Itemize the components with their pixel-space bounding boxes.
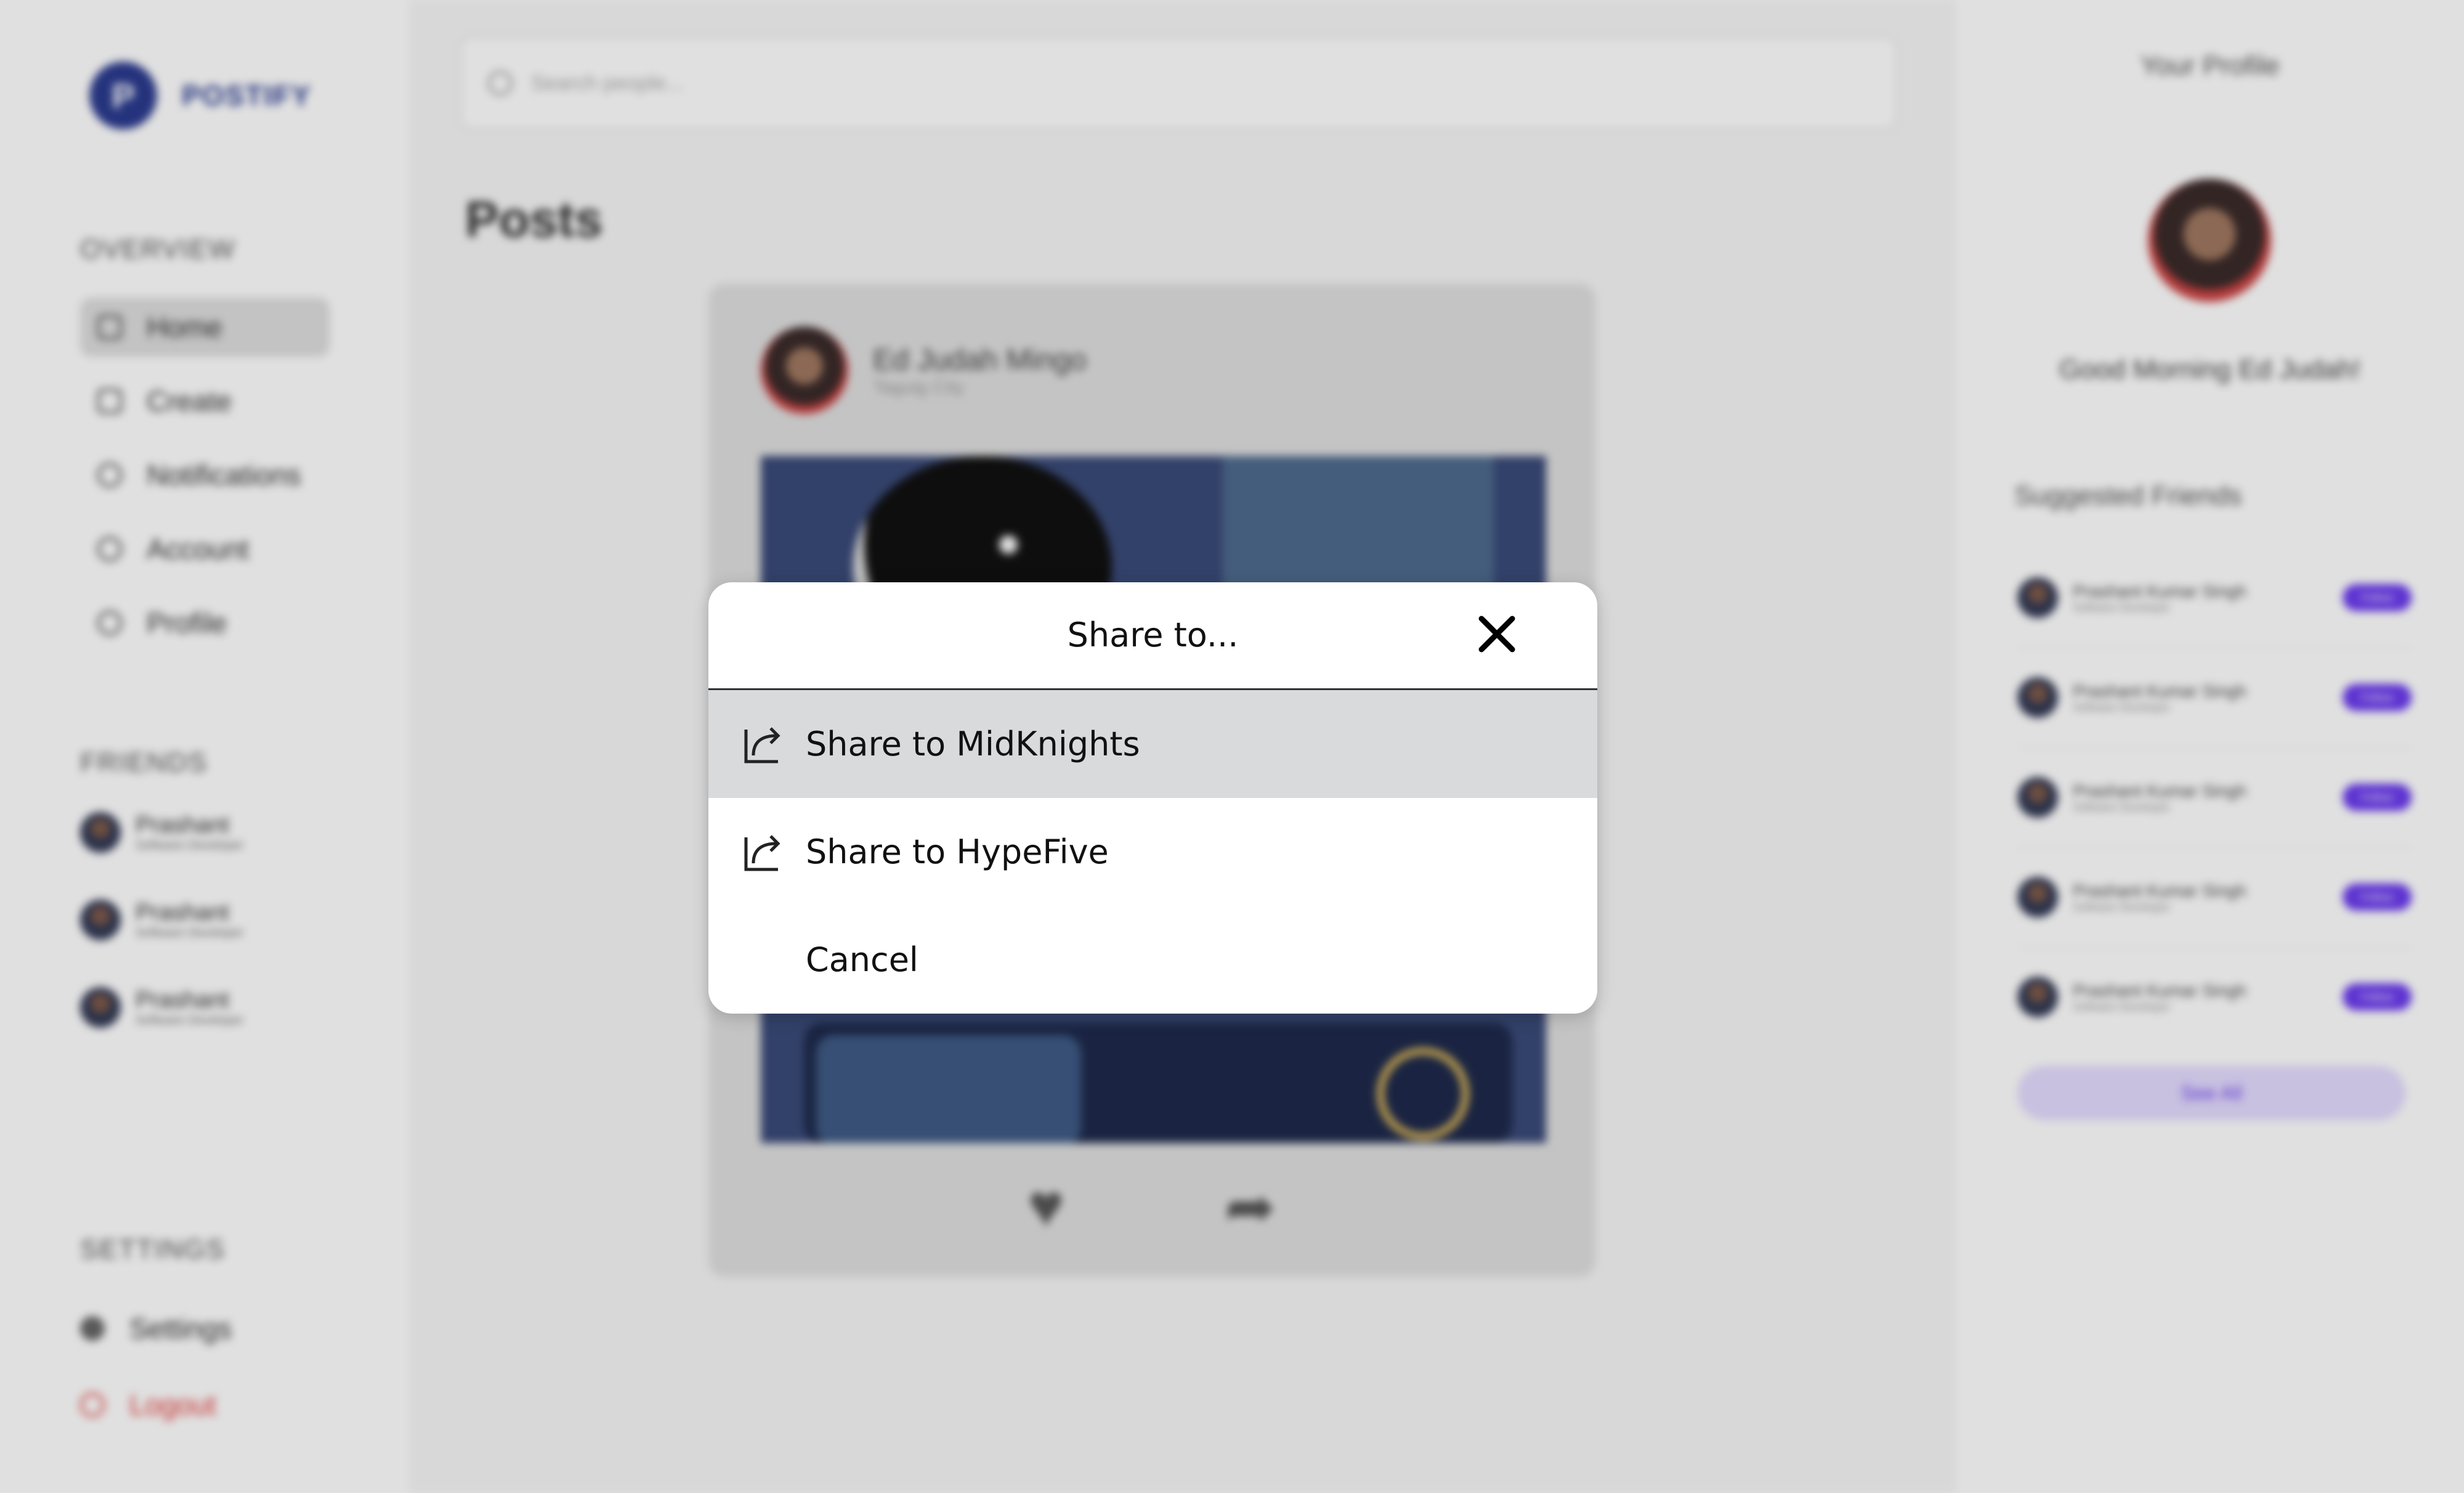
modal-title: Share to... <box>1067 616 1239 654</box>
close-button[interactable] <box>1472 609 1522 659</box>
share-option-label: Share to HypeFive <box>806 832 1109 871</box>
cancel-button[interactable]: Cancel <box>708 906 1597 1014</box>
share-option-label: Share to MidKnights <box>806 725 1140 763</box>
share-icon <box>744 835 780 871</box>
share-icon <box>744 727 780 763</box>
cancel-label: Cancel <box>806 940 918 979</box>
share-option-midknights[interactable]: Share to MidKnights <box>708 690 1597 798</box>
modal-header: Share to... <box>708 582 1597 690</box>
share-option-hypefive[interactable]: Share to HypeFive <box>708 798 1597 906</box>
close-icon <box>1478 616 1515 653</box>
share-modal: Share to... Share to MidKnights Share to… <box>708 582 1597 1014</box>
